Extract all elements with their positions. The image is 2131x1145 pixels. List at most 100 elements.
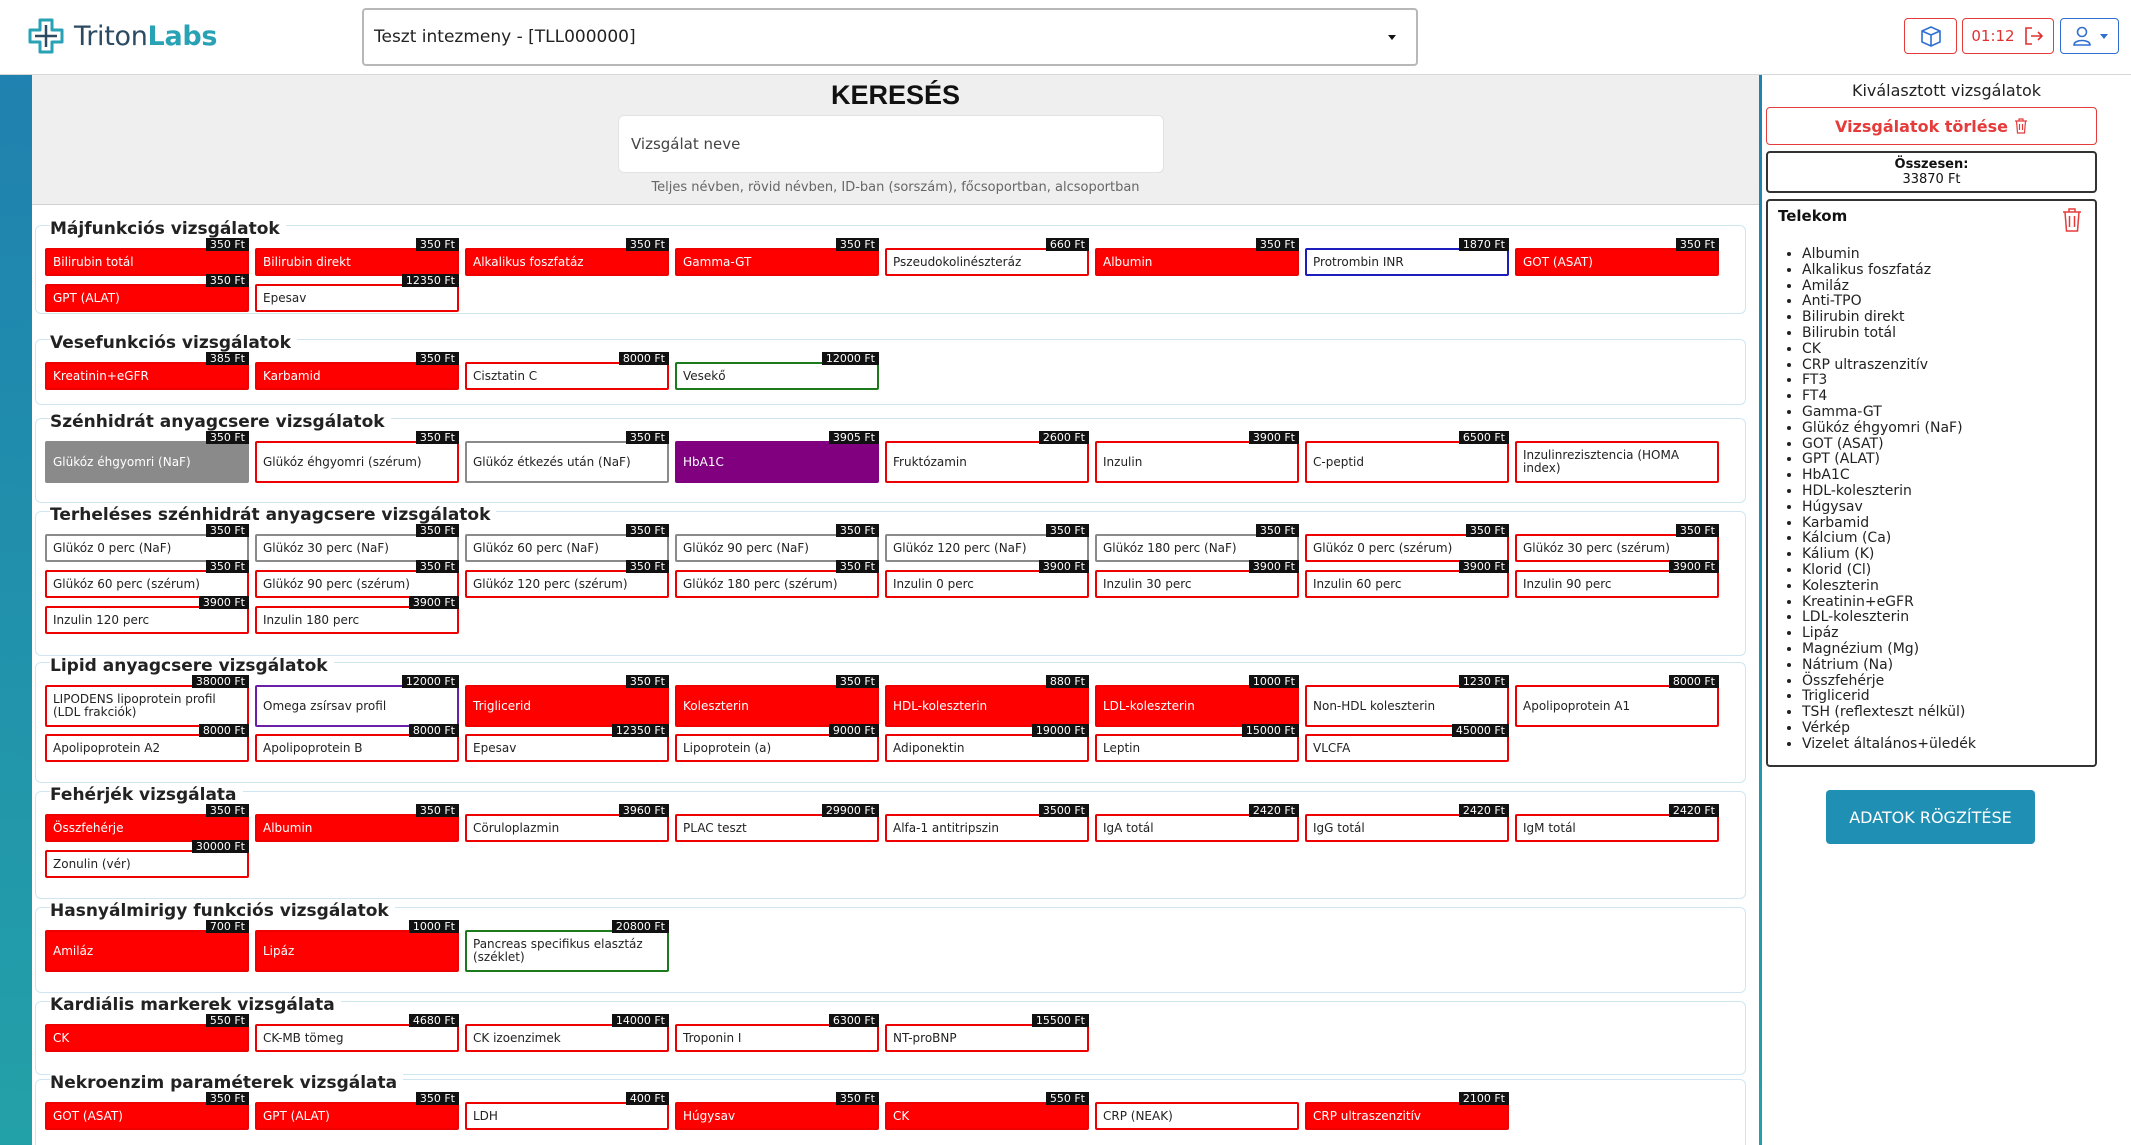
test-tile[interactable]: Albumin 350 Ft xyxy=(1095,238,1299,276)
test-tile[interactable]: Leptin 15000 Ft xyxy=(1095,724,1299,762)
test-tile[interactable]: Bilirubin totál 350 Ft xyxy=(45,238,249,276)
test-tile[interactable]: Apolipoprotein B 8000 Ft xyxy=(255,724,459,762)
test-tile[interactable]: CK 550 Ft xyxy=(45,1014,249,1052)
test-tile[interactable]: Epesav 12350 Ft xyxy=(465,724,669,762)
test-tile[interactable]: Apolipoprotein A1 8000 Ft xyxy=(1515,675,1719,727)
test-tile[interactable]: Glükóz 0 perc (szérum) 350 Ft xyxy=(1305,524,1509,562)
test-tile[interactable]: Epesav 12350 Ft xyxy=(255,274,459,312)
search-input[interactable]: Vizsgálat neve xyxy=(618,115,1164,173)
section-title: Kardiális markerek vizsgálata xyxy=(50,995,341,1015)
test-tile[interactable]: Inzulin 3900 Ft xyxy=(1095,431,1299,483)
test-tile[interactable]: Amiláz 700 Ft xyxy=(45,920,249,972)
selected-test-item: Nátrium (Na) xyxy=(1802,657,1976,674)
test-tile[interactable]: Pszeudokolinészteráz 660 Ft xyxy=(885,238,1089,276)
test-tile[interactable]: NT-proBNP 15500 Ft xyxy=(885,1014,1089,1052)
test-tile[interactable]: Fruktózamin 2600 Ft xyxy=(885,431,1089,483)
trash-icon[interactable] xyxy=(2061,207,2083,233)
test-tile[interactable]: Glükóz 30 perc (NaF) 350 Ft xyxy=(255,524,459,562)
test-name: Non-HDL koleszterin xyxy=(1313,698,1436,713)
test-tile[interactable]: GPT (ALAT) 350 Ft xyxy=(255,1092,459,1130)
price-badge: 3900 Ft xyxy=(198,596,249,609)
test-tile[interactable]: Cöruloplazmin 3960 Ft xyxy=(465,804,669,842)
test-tile[interactable]: Inzulin 120 perc 3900 Ft xyxy=(45,596,249,634)
test-tile[interactable]: Inzulin 30 perc 3900 Ft xyxy=(1095,560,1299,598)
app-logo[interactable]: TritonLabs xyxy=(26,16,217,56)
test-tile[interactable]: Non-HDL koleszterin 1230 Ft xyxy=(1305,675,1509,727)
test-tile[interactable]: Vesekő 12000 Ft xyxy=(675,352,879,390)
user-menu-button[interactable] xyxy=(2060,18,2119,54)
price-badge: 3900 Ft xyxy=(1668,560,1719,573)
test-tile[interactable]: Glükóz 180 perc (NaF) 350 Ft xyxy=(1095,524,1299,562)
test-tile[interactable]: Pancreas specifikus elasztáz (széklet) 20… xyxy=(465,920,669,972)
test-name: Inzulin 60 perc xyxy=(1313,576,1402,591)
test-tile[interactable]: LIPODENS lipoprotein profil (LDL frakció… xyxy=(45,675,249,727)
test-tile[interactable]: IgM totál 2420 Ft xyxy=(1515,804,1719,842)
test-tile[interactable]: Troponin I 6300 Ft xyxy=(675,1014,879,1052)
test-tile[interactable]: Karbamid 350 Ft xyxy=(255,352,459,390)
test-tile[interactable]: Apolipoprotein A2 8000 Ft xyxy=(45,724,249,762)
session-timer-logout-button[interactable]: 01:12 xyxy=(1962,18,2054,54)
test-tile[interactable]: Glükóz éhgyomri (szérum) 350 Ft xyxy=(255,431,459,483)
institution-select[interactable]: Teszt intezmeny - [TLL000000] xyxy=(362,8,1418,66)
test-tile[interactable]: Inzulin 60 perc 3900 Ft xyxy=(1305,560,1509,598)
test-tile[interactable]: Húgysav 350 Ft xyxy=(675,1092,879,1130)
test-tile[interactable]: Protrombin INR 1870 Ft xyxy=(1305,238,1509,276)
test-tile[interactable]: Glükóz 60 perc (szérum) 350 Ft xyxy=(45,560,249,598)
test-tile[interactable]: CK izoenzimek 14000 Ft xyxy=(465,1014,669,1052)
test-tile[interactable]: Glükóz éhgyomri (NaF) 350 Ft xyxy=(45,431,249,483)
test-tile[interactable]: CRP ultraszenzitív 2100 Ft xyxy=(1305,1092,1509,1130)
test-tile[interactable]: CK 550 Ft xyxy=(885,1092,1089,1130)
test-tile[interactable]: Triglicerid 350 Ft xyxy=(465,675,669,727)
price-badge: 350 Ft xyxy=(625,560,669,573)
test-tile[interactable]: Kreatinin+eGFR 385 Ft xyxy=(45,352,249,390)
test-tile[interactable]: Bilirubin direkt 350 Ft xyxy=(255,238,459,276)
test-tile[interactable]: GOT (ASAT) 350 Ft xyxy=(1515,238,1719,276)
test-tile[interactable]: CK-MB tömeg 4680 Ft xyxy=(255,1014,459,1052)
test-tile[interactable]: Glükóz 120 perc (szérum) 350 Ft xyxy=(465,560,669,598)
test-tile[interactable]: Inzulin 0 perc 3900 Ft xyxy=(885,560,1089,598)
test-tile[interactable]: Glükóz étkezés után (NaF) 350 Ft xyxy=(465,431,669,483)
test-tile[interactable]: Gamma-GT 350 Ft xyxy=(675,238,879,276)
price-badge: 350 Ft xyxy=(1045,524,1089,537)
test-tile[interactable]: Albumin 350 Ft xyxy=(255,804,459,842)
test-tile[interactable]: VLCFA 45000 Ft xyxy=(1305,724,1509,762)
test-tile[interactable]: Glükóz 90 perc (NaF) 350 Ft xyxy=(675,524,879,562)
test-name: Fruktózamin xyxy=(893,454,967,469)
test-tile[interactable]: Glükóz 60 perc (NaF) 350 Ft xyxy=(465,524,669,562)
test-tile[interactable]: Alfa-1 antitripszin 3500 Ft xyxy=(885,804,1089,842)
test-tile[interactable]: Glükóz 0 perc (NaF) 350 Ft xyxy=(45,524,249,562)
test-tile[interactable]: Glükóz 180 perc (szérum) 350 Ft xyxy=(675,560,879,598)
test-tile[interactable]: Zonulin (vér) 30000 Ft xyxy=(45,840,249,878)
test-tile[interactable]: Glükóz 120 perc (NaF) 350 Ft xyxy=(885,524,1089,562)
total-value: 33870 Ft xyxy=(1902,172,1961,187)
save-data-button[interactable]: ADATOK RÖGZÍTÉSE xyxy=(1826,790,2035,844)
test-tile[interactable]: HbA1C 3905 Ft xyxy=(675,431,879,483)
package-button[interactable] xyxy=(1904,18,1957,54)
test-tile[interactable]: GOT (ASAT) 350 Ft xyxy=(45,1092,249,1130)
test-tile[interactable]: HDL-koleszterin 880 Ft xyxy=(885,675,1089,727)
test-tile[interactable]: Inzulin 90 perc 3900 Ft xyxy=(1515,560,1719,598)
test-tile[interactable]: Inzulin 180 perc 3900 Ft xyxy=(255,596,459,634)
test-tile[interactable]: Összfehérje 350 Ft xyxy=(45,804,249,842)
test-tile[interactable]: Inzulinrezisztencia (HOMA index) xyxy=(1515,441,1719,483)
test-tile[interactable]: Cisztatin C 8000 Ft xyxy=(465,352,669,390)
test-tile[interactable]: Lipáz 1000 Ft xyxy=(255,920,459,972)
test-tile[interactable]: LDH 400 Ft xyxy=(465,1092,669,1130)
test-tile[interactable]: Koleszterin 350 Ft xyxy=(675,675,879,727)
test-tile[interactable]: Alkalikus foszfatáz 350 Ft xyxy=(465,238,669,276)
clear-tests-button[interactable]: Vizsgálatok törlése xyxy=(1766,107,2097,145)
test-tile[interactable]: Glükóz 30 perc (szérum) 350 Ft xyxy=(1515,524,1719,562)
test-tile[interactable]: CRP (NEAK) xyxy=(1095,1102,1299,1130)
test-tile[interactable]: Lipoprotein (a) 9000 Ft xyxy=(675,724,879,762)
test-tile[interactable]: GPT (ALAT) 350 Ft xyxy=(45,274,249,312)
test-tile[interactable]: Omega zsírsav profil 12000 Ft xyxy=(255,675,459,727)
test-tile[interactable]: IgA totál 2420 Ft xyxy=(1095,804,1299,842)
test-tile[interactable]: Adiponektin 19000 Ft xyxy=(885,724,1089,762)
test-tile[interactable]: IgG totál 2420 Ft xyxy=(1305,804,1509,842)
test-name: IgA totál xyxy=(1103,820,1154,835)
test-tile[interactable]: C-peptid 6500 Ft xyxy=(1305,431,1509,483)
test-tile[interactable]: LDL-koleszterin 1000 Ft xyxy=(1095,675,1299,727)
test-tile[interactable]: PLAC teszt 29900 Ft xyxy=(675,804,879,842)
test-tile[interactable]: Glükóz 90 perc (szérum) 350 Ft xyxy=(255,560,459,598)
price-badge: 38000 Ft xyxy=(191,675,249,688)
